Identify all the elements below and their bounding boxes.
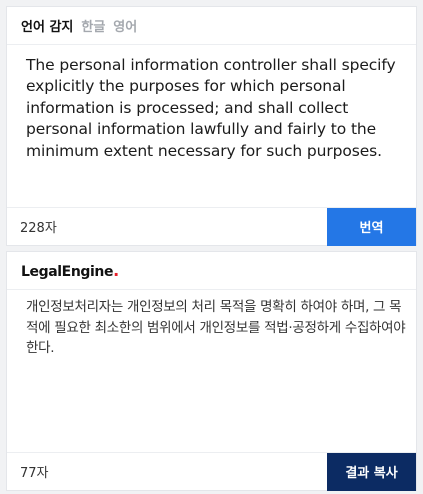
source-text-input[interactable]: The personal information controller shal…: [26, 55, 404, 162]
result-char-count: 77자: [20, 466, 49, 481]
copy-result-button[interactable]: 결과 복사: [327, 452, 416, 491]
tab-korean[interactable]: 한글: [81, 16, 105, 35]
translation-result-text: 개인정보처리자는 개인정보의 처리 목적을 명확히 하여야 하며, 그 목적에 …: [26, 299, 406, 356]
logo-text: LegalEngine: [21, 264, 114, 280]
tab-detect-language[interactable]: 언어 감지: [21, 16, 73, 35]
source-char-count: 228자: [20, 221, 57, 236]
source-footer: 228자 번역: [7, 207, 416, 246]
language-tabs: 언어 감지 한글 영어: [7, 7, 416, 45]
tab-english[interactable]: 영어: [113, 16, 137, 35]
legalengine-logo: LegalEngine.: [21, 261, 119, 280]
result-header: LegalEngine.: [7, 252, 416, 290]
translate-button[interactable]: 번역: [327, 207, 416, 246]
result-panel: LegalEngine. 개인정보처리자는 개인정보의 처리 목적을 명확히 하…: [6, 251, 417, 491]
source-panel: 언어 감지 한글 영어 The personal information con…: [6, 6, 417, 246]
result-footer: 77자 결과 복사: [7, 452, 416, 491]
logo-dot: .: [113, 261, 119, 280]
